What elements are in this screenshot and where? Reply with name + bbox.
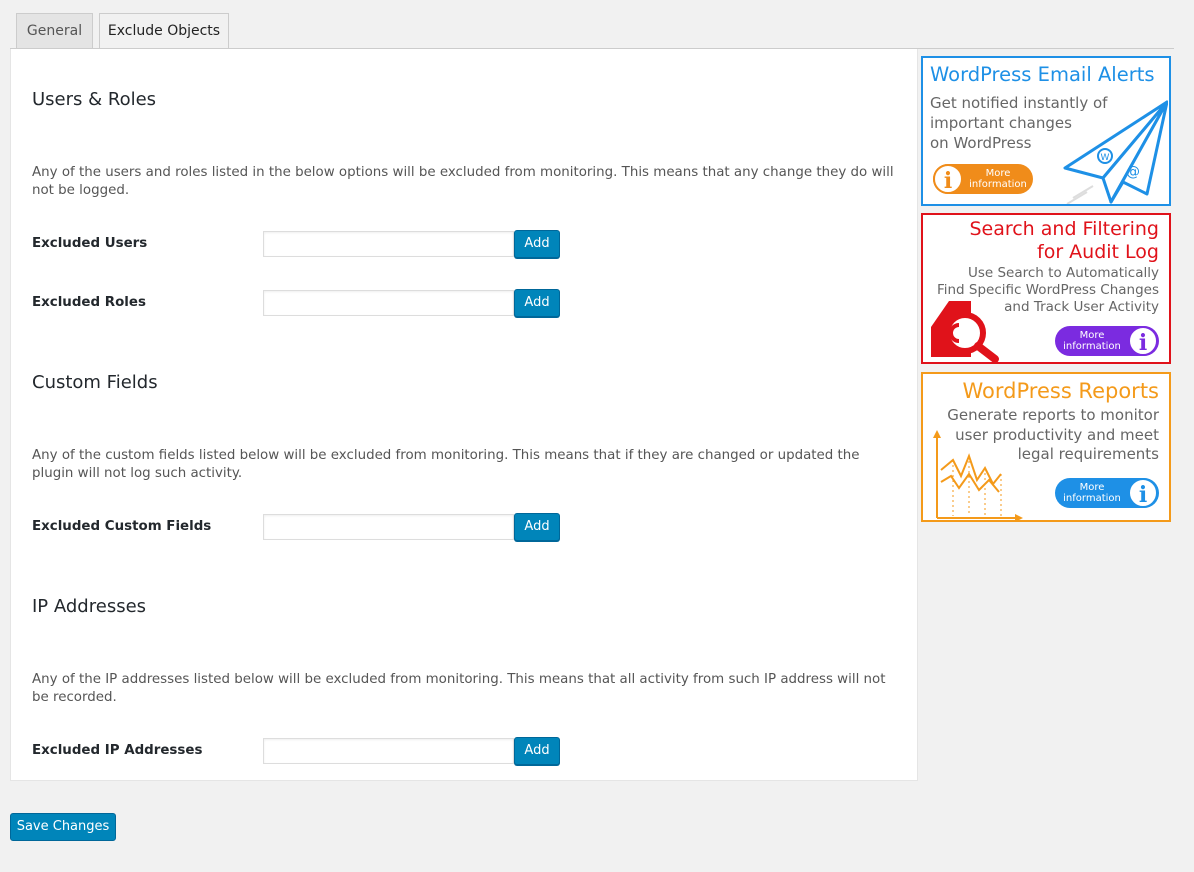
custom-fields-description: Any of the custom fields listed below wi… [32, 448, 860, 481]
excluded-ip-addresses-input[interactable] [263, 738, 514, 764]
excluded-custom-fields-label: Excluded Custom Fields [32, 519, 212, 534]
email-alerts-title: WordPress Email Alerts [930, 63, 1155, 86]
tab-bar: General Exclude Objects [0, 0, 1174, 49]
magnifier-tag-icon [931, 301, 999, 362]
excluded-roles-input[interactable] [263, 290, 514, 316]
ip-addresses-heading: IP Addresses [32, 596, 147, 617]
custom-fields-heading: Custom Fields [32, 372, 158, 393]
info-icon: i [1128, 478, 1158, 508]
tab-exclude-objects[interactable]: Exclude Objects [99, 13, 229, 49]
info-icon: i [933, 164, 963, 194]
email-alerts-banner[interactable]: WordPress Email Alerts Get notified inst… [921, 56, 1171, 206]
users-roles-heading: Users & Roles [32, 89, 157, 110]
tab-general[interactable]: General [16, 13, 93, 48]
save-changes-button[interactable]: Save Changes [10, 813, 116, 841]
excluded-users-label: Excluded Users [32, 236, 148, 251]
search-filtering-title-line2: for Audit Log [1037, 241, 1159, 263]
users-roles-description: Any of the users and roles listed in the… [32, 165, 894, 198]
add-excluded-custom-field-button[interactable]: Add [514, 513, 560, 541]
svg-text:W: W [1101, 153, 1110, 163]
ip-addresses-description: Any of the IP addresses listed below wil… [32, 672, 886, 705]
paper-plane-icon: W @ [1063, 100, 1168, 204]
add-excluded-user-button[interactable]: Add [514, 230, 560, 258]
add-excluded-role-button[interactable]: Add [514, 289, 560, 317]
search-filtering-title-line1: Search and Filtering [969, 218, 1159, 240]
excluded-users-input[interactable] [263, 231, 514, 257]
reports-banner[interactable]: WordPress Reports Generate reports to mo… [921, 372, 1171, 522]
excluded-custom-fields-input[interactable] [263, 514, 514, 540]
excluded-ip-addresses-label: Excluded IP Addresses [32, 743, 203, 758]
search-filtering-banner[interactable]: Search and Filtering for Audit Log Use S… [921, 213, 1171, 364]
settings-panel: Users & Roles Any of the users and roles… [10, 49, 918, 781]
excluded-roles-label: Excluded Roles [32, 295, 146, 310]
reports-title: WordPress Reports [962, 379, 1159, 403]
chart-graph-icon [933, 430, 1023, 520]
add-excluded-ip-button[interactable]: Add [514, 737, 560, 765]
info-icon: i [1128, 326, 1158, 356]
svg-text:@: @ [1126, 164, 1140, 180]
